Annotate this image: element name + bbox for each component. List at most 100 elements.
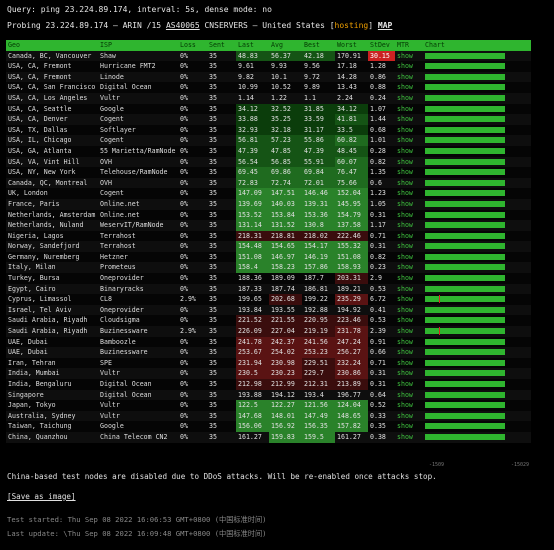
save-as-image-link[interactable]: [Save as image] <box>7 492 76 501</box>
cell-avg: 56.85 <box>269 156 302 168</box>
cell-worst: 76.47 <box>335 167 368 178</box>
sparkline-bar <box>425 317 505 324</box>
cell-avg: 69.86 <box>269 167 302 178</box>
cell-mtr[interactable]: show <box>395 114 423 125</box>
cell-loss: 0% <box>180 390 188 399</box>
cell-last: 10.99 <box>238 83 258 92</box>
table-row: Italy, Milan Prometeus 0% 35 158.4 158.23 157.… <box>6 262 531 274</box>
cell-mtr[interactable]: show <box>395 421 423 432</box>
header-avg[interactable]: Avg <box>269 40 302 51</box>
cell-mtr[interactable]: show <box>395 61 423 72</box>
header-sent[interactable]: Sent <box>207 40 236 51</box>
cell-chart <box>423 432 531 443</box>
sparkline-bar <box>425 412 505 419</box>
cell-mtr[interactable]: show <box>395 167 423 178</box>
cell-best: 130.8 <box>302 220 335 231</box>
cell-mtr[interactable]: show <box>395 379 423 390</box>
cell-mtr[interactable]: show <box>395 231 423 242</box>
header-geo[interactable]: Geo <box>6 40 98 51</box>
sparkline-bar <box>425 190 505 197</box>
map-link[interactable]: MAP <box>378 21 392 30</box>
header-worst[interactable]: Worst <box>335 40 368 51</box>
header-loss[interactable]: Loss <box>178 40 207 51</box>
cell-mtr[interactable]: show <box>395 93 423 104</box>
table-row: Australia, Sydney Vultr 0% 35 147.68 148.01 14… <box>6 410 531 422</box>
cell-avg: 56.37 <box>269 50 302 62</box>
cell-last: 188.36 <box>238 274 262 283</box>
cell-mtr[interactable]: show <box>395 241 423 252</box>
cell-mtr[interactable]: show <box>395 315 423 326</box>
cell-last: 154.48 <box>236 241 269 252</box>
cell-mtr[interactable]: show <box>395 220 423 231</box>
cell-isp: Digital Ocean <box>100 83 152 92</box>
cell-loss: 0% <box>180 62 188 71</box>
cell-mtr[interactable]: show <box>395 432 423 443</box>
cell-stdev: 0.71 <box>370 231 386 240</box>
cell-isp: SPE <box>100 358 112 367</box>
cell-mtr[interactable]: show <box>395 305 423 316</box>
cell-isp: OVH <box>100 157 112 166</box>
cell-mtr[interactable]: show <box>395 411 423 422</box>
cell-isp: Terrahost <box>100 231 136 240</box>
cell-mtr[interactable]: show <box>395 72 423 83</box>
cell-sent: 35 <box>209 72 217 81</box>
cell-mtr[interactable]: show <box>395 157 423 168</box>
cell-last: 122.5 <box>236 400 269 411</box>
cell-mtr[interactable]: show <box>395 125 423 136</box>
cell-mtr[interactable]: show <box>395 326 423 337</box>
sparkline-bar <box>425 84 505 91</box>
cell-mtr[interactable]: show <box>395 178 423 189</box>
cell-mtr[interactable]: show <box>395 104 423 115</box>
cell-mtr[interactable]: show <box>395 210 423 221</box>
header-chart[interactable]: Chart <box>423 40 531 51</box>
cell-worst: 151.08 <box>335 251 368 263</box>
header-last[interactable]: Last <box>236 40 269 51</box>
cell-best: 212.31 <box>302 379 335 390</box>
cell-avg: 254.02 <box>269 347 302 358</box>
sparkline-bar <box>425 222 505 229</box>
cell-worst: 230.86 <box>335 368 368 379</box>
asn-link[interactable]: AS40065 <box>166 21 200 30</box>
hosting-tag: hosting <box>334 21 369 30</box>
cell-mtr[interactable]: show <box>395 51 423 62</box>
cell-mtr[interactable]: show <box>395 273 423 284</box>
cell-mtr[interactable]: show <box>395 188 423 199</box>
header-isp[interactable]: ISP <box>98 40 178 51</box>
cell-mtr[interactable]: show <box>395 400 423 411</box>
header-mtr[interactable]: MTR <box>395 40 423 51</box>
cell-mtr[interactable]: show <box>395 135 423 146</box>
header-stdev[interactable]: StDev <box>368 40 395 51</box>
cell-isp: 55 Marietta/RamNode <box>100 146 176 155</box>
cell-mtr[interactable]: show <box>395 284 423 295</box>
cell-isp: Vultr <box>100 369 120 378</box>
header-best[interactable]: Best <box>302 40 335 51</box>
cell-mtr[interactable]: show <box>395 390 423 401</box>
cell-mtr[interactable]: show <box>395 82 423 93</box>
cell-mtr[interactable]: show <box>395 199 423 210</box>
cell-loss: 0% <box>180 115 188 124</box>
cell-last: 241.78 <box>236 336 269 348</box>
cell-mtr[interactable]: show <box>395 146 423 157</box>
cell-mtr[interactable]: show <box>395 347 423 358</box>
cell-best: 121.56 <box>302 400 335 411</box>
cell-last: 212.98 <box>236 379 269 390</box>
cell-geo: Israel, Tel Aviv <box>8 305 72 314</box>
cell-last: 153.52 <box>236 209 269 221</box>
cell-mtr[interactable]: show <box>395 337 423 348</box>
cell-best: 219.19 <box>302 326 335 337</box>
cell-best: 229.51 <box>302 357 335 369</box>
sparkline-bar <box>425 359 505 366</box>
sparkline-bar <box>425 232 505 239</box>
cell-mtr[interactable]: show <box>395 294 423 305</box>
cell-chart <box>423 347 531 358</box>
cell-loss: 0% <box>180 274 188 283</box>
cell-mtr[interactable]: show <box>395 368 423 379</box>
cell-geo: USA, CA, Fremont <box>8 62 72 71</box>
cell-last: 151.08 <box>236 251 269 263</box>
cell-geo: Saudi Arabia, Riyadh <box>8 316 88 325</box>
cell-mtr[interactable]: show <box>395 262 423 273</box>
cell-mtr[interactable]: show <box>395 358 423 369</box>
cell-geo: USA, TX, Dallas <box>8 125 68 134</box>
cell-avg: 221.55 <box>269 315 302 327</box>
cell-mtr[interactable]: show <box>395 252 423 263</box>
